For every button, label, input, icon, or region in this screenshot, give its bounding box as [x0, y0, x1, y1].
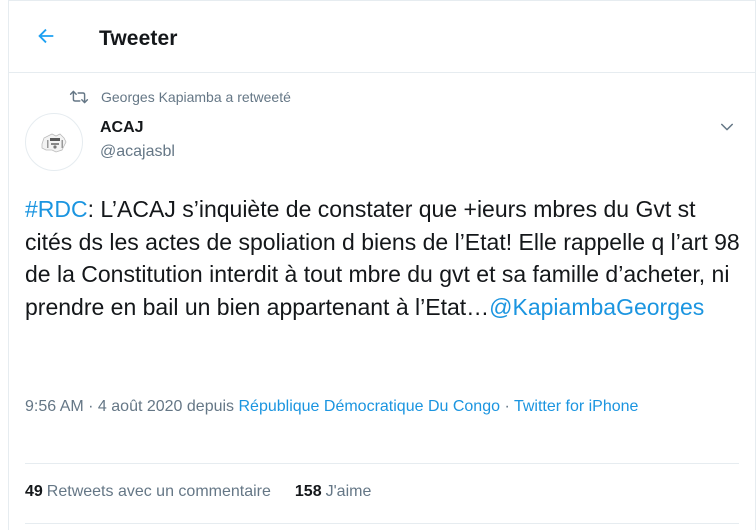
- avatar[interactable]: [25, 113, 83, 171]
- tweet-time[interactable]: 9:56 AM: [25, 398, 84, 415]
- mention-link[interactable]: @KapiambaGeorges: [489, 294, 704, 320]
- tweet-date[interactable]: 4 août 2020: [98, 398, 183, 415]
- source-link[interactable]: Twitter for iPhone: [514, 398, 639, 415]
- tweet-text: #RDC: L’ACAJ s’inquiète de constater que…: [25, 193, 741, 323]
- acaj-logo: [41, 133, 67, 153]
- arrow-left-icon: [38, 28, 54, 44]
- meta-separator: ·: [500, 398, 514, 415]
- retweet-text: Georges Kapiamba a retweeté: [101, 89, 291, 105]
- meta-separator: ·: [83, 398, 98, 415]
- retweets-stat[interactable]: 49 Retweets avec un commentaire: [25, 483, 271, 501]
- back-button[interactable]: [31, 21, 61, 51]
- location-link[interactable]: République Démocratique Du Congo: [239, 398, 501, 415]
- tweet-stats: 49 Retweets avec un commentaire 158 J'aime: [25, 483, 395, 501]
- chevron-down-icon: [721, 123, 733, 131]
- author-name[interactable]: ACAJ: [100, 119, 144, 137]
- hashtag-link[interactable]: #RDC: [25, 196, 88, 222]
- likes-count: 158: [294, 483, 322, 500]
- tweet-meta: 9:56 AM · 4 août 2020 depuis République …: [25, 395, 725, 418]
- retweet-icon: [69, 90, 89, 104]
- meta-via: depuis: [182, 398, 239, 415]
- divider: [25, 463, 739, 464]
- tweet-page: Tweeter Georges Kapiamba a retweeté ACAJ…: [8, 0, 756, 530]
- retweets-count: 49: [25, 483, 43, 500]
- more-options-button[interactable]: [715, 115, 739, 139]
- likes-label: J'aime: [325, 483, 372, 500]
- page-title: Tweeter: [99, 27, 178, 50]
- author-handle[interactable]: @acajasbl: [100, 143, 175, 161]
- divider: [25, 523, 739, 524]
- retweet-context[interactable]: Georges Kapiamba a retweeté: [69, 89, 291, 105]
- page-header: Tweeter: [9, 1, 755, 73]
- retweets-label: Retweets avec un commentaire: [46, 483, 271, 500]
- likes-stat[interactable]: 158 J'aime: [295, 483, 371, 501]
